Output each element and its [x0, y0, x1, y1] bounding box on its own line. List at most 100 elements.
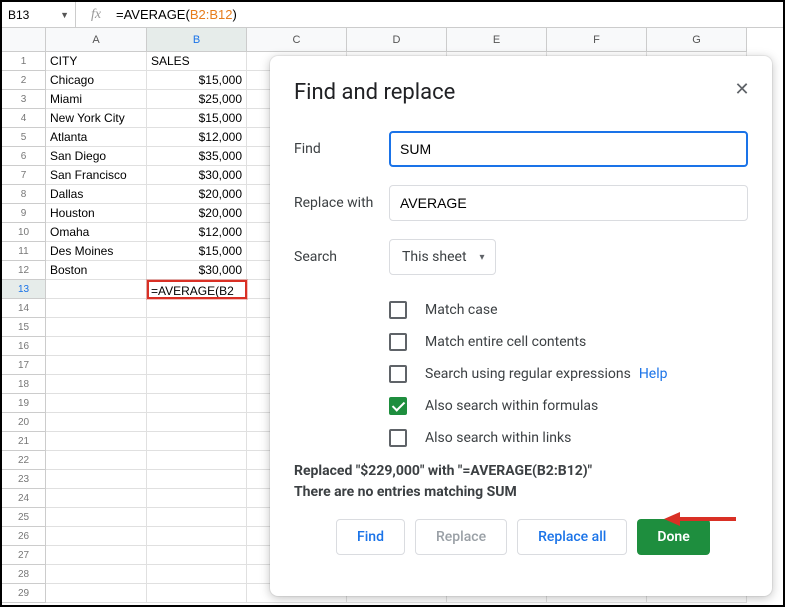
cell-A22[interactable]: [46, 451, 147, 470]
cell-B14[interactable]: [147, 299, 247, 318]
cell-B27[interactable]: [147, 546, 247, 565]
row-header-29[interactable]: 29: [2, 584, 46, 603]
cell-B11[interactable]: $15,000: [147, 242, 247, 261]
row-header-10[interactable]: 10: [2, 223, 46, 242]
cell-B9[interactable]: $20,000: [147, 204, 247, 223]
cell-A25[interactable]: [46, 508, 147, 527]
name-box[interactable]: B13 ▼: [2, 2, 76, 27]
cell-A7[interactable]: San Francisco: [46, 166, 147, 185]
search-scope-select[interactable]: This sheet: [389, 239, 496, 275]
cell-A23[interactable]: [46, 470, 147, 489]
row-header-27[interactable]: 27: [2, 546, 46, 565]
col-header-A[interactable]: A: [46, 28, 147, 52]
cell-B25[interactable]: [147, 508, 247, 527]
row-header-5[interactable]: 5: [2, 128, 46, 147]
cell-A19[interactable]: [46, 394, 147, 413]
cell-A14[interactable]: [46, 299, 147, 318]
cell-B7[interactable]: $30,000: [147, 166, 247, 185]
replace-all-button[interactable]: Replace all: [517, 519, 627, 555]
cell-B3[interactable]: $25,000: [147, 90, 247, 109]
cell-B15[interactable]: [147, 318, 247, 337]
cell-A15[interactable]: [46, 318, 147, 337]
row-header-28[interactable]: 28: [2, 565, 46, 584]
cell-A17[interactable]: [46, 356, 147, 375]
entire-cell-checkbox[interactable]: [389, 333, 407, 351]
row-header-4[interactable]: 4: [2, 109, 46, 128]
cell-A2[interactable]: Chicago: [46, 71, 147, 90]
col-header-B[interactable]: B: [147, 28, 247, 52]
regex-checkbox[interactable]: [389, 365, 407, 383]
cell-A16[interactable]: [46, 337, 147, 356]
row-header-2[interactable]: 2: [2, 71, 46, 90]
cell-A13[interactable]: [46, 280, 147, 299]
cell-B21[interactable]: [147, 432, 247, 451]
row-header-7[interactable]: 7: [2, 166, 46, 185]
row-header-15[interactable]: 15: [2, 318, 46, 337]
cell-B17[interactable]: [147, 356, 247, 375]
cell-A21[interactable]: [46, 432, 147, 451]
find-button[interactable]: Find: [336, 519, 405, 555]
cell-B16[interactable]: [147, 337, 247, 356]
cell-A5[interactable]: Atlanta: [46, 128, 147, 147]
cell-A12[interactable]: Boston: [46, 261, 147, 280]
close-icon[interactable]: ✕: [730, 78, 754, 102]
cell-A1[interactable]: CITY: [46, 52, 147, 71]
col-header-C[interactable]: C: [247, 28, 347, 52]
cell-B22[interactable]: [147, 451, 247, 470]
cell-B28[interactable]: [147, 565, 247, 584]
cell-A6[interactable]: San Diego: [46, 147, 147, 166]
cell-A9[interactable]: Houston: [46, 204, 147, 223]
cell-A11[interactable]: Des Moines: [46, 242, 147, 261]
select-all-corner[interactable]: [2, 28, 46, 52]
cell-B20[interactable]: [147, 413, 247, 432]
row-header-3[interactable]: 3: [2, 90, 46, 109]
col-header-E[interactable]: E: [447, 28, 547, 52]
match-case-checkbox[interactable]: [389, 301, 407, 319]
row-header-19[interactable]: 19: [2, 394, 46, 413]
links-checkbox[interactable]: [389, 429, 407, 447]
cell-A3[interactable]: Miami: [46, 90, 147, 109]
cell-A29[interactable]: [46, 584, 147, 603]
cell-A20[interactable]: [46, 413, 147, 432]
cell-A4[interactable]: New York City: [46, 109, 147, 128]
col-header-G[interactable]: G: [647, 28, 747, 52]
row-header-6[interactable]: 6: [2, 147, 46, 166]
cell-B23[interactable]: [147, 470, 247, 489]
row-header-20[interactable]: 20: [2, 413, 46, 432]
row-header-13[interactable]: 13: [2, 280, 46, 299]
row-header-12[interactable]: 12: [2, 261, 46, 280]
replace-input[interactable]: [389, 185, 748, 221]
row-header-26[interactable]: 26: [2, 527, 46, 546]
cell-A18[interactable]: [46, 375, 147, 394]
row-header-9[interactable]: 9: [2, 204, 46, 223]
cell-B26[interactable]: [147, 527, 247, 546]
row-header-24[interactable]: 24: [2, 489, 46, 508]
row-header-23[interactable]: 23: [2, 470, 46, 489]
name-box-dropdown-icon[interactable]: ▼: [60, 10, 69, 20]
cell-B8[interactable]: $20,000: [147, 185, 247, 204]
cell-A24[interactable]: [46, 489, 147, 508]
formulas-checkbox[interactable]: [389, 397, 407, 415]
find-input[interactable]: [389, 131, 748, 167]
cell-B19[interactable]: [147, 394, 247, 413]
cell-B12[interactable]: $30,000: [147, 261, 247, 280]
cell-B10[interactable]: $12,000: [147, 223, 247, 242]
row-header-17[interactable]: 17: [2, 356, 46, 375]
cell-A8[interactable]: Dallas: [46, 185, 147, 204]
cell-B29[interactable]: [147, 584, 247, 603]
row-header-1[interactable]: 1: [2, 52, 46, 71]
cell-A28[interactable]: [46, 565, 147, 584]
cell-B4[interactable]: $15,000: [147, 109, 247, 128]
formula-input[interactable]: =AVERAGE(B2:B12): [116, 7, 783, 22]
row-header-11[interactable]: 11: [2, 242, 46, 261]
replace-button[interactable]: Replace: [415, 519, 507, 555]
row-header-8[interactable]: 8: [2, 185, 46, 204]
cell-B18[interactable]: [147, 375, 247, 394]
row-header-16[interactable]: 16: [2, 337, 46, 356]
done-button[interactable]: Done: [637, 519, 709, 555]
row-header-21[interactable]: 21: [2, 432, 46, 451]
row-header-14[interactable]: 14: [2, 299, 46, 318]
regex-help-link[interactable]: Help: [639, 366, 668, 382]
row-header-22[interactable]: 22: [2, 451, 46, 470]
cell-A27[interactable]: [46, 546, 147, 565]
